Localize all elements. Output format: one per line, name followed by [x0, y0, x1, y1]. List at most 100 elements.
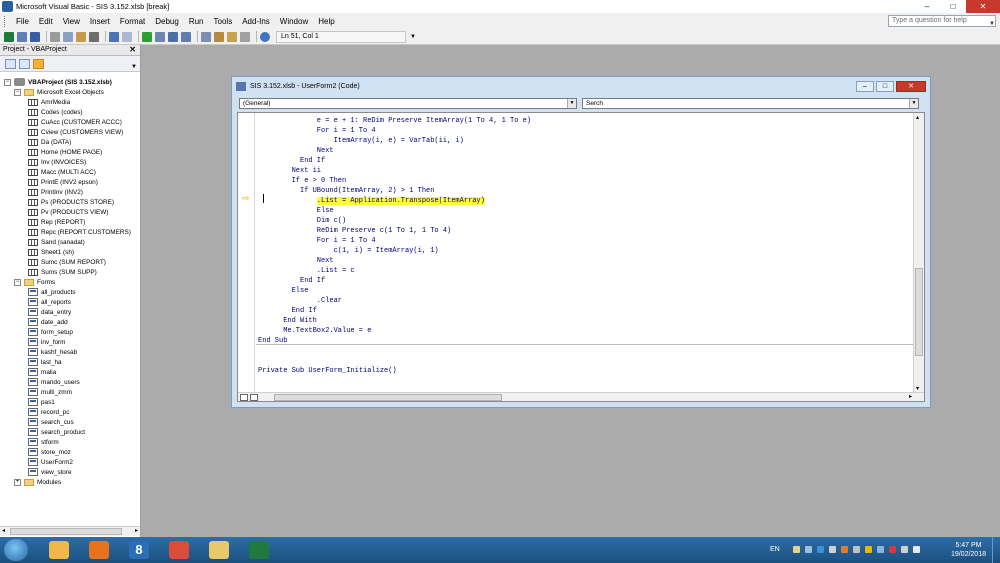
design-mode-icon[interactable] [181, 31, 191, 42]
minimize-button[interactable]: – [914, 0, 940, 13]
project-horizontal-scrollbar[interactable]: ◂ ▸ [0, 526, 140, 536]
tree-item[interactable]: multi_zmm [28, 387, 72, 397]
tree-item[interactable]: search_product [28, 427, 85, 437]
code-line[interactable]: If e > 0 Then [292, 176, 347, 186]
menu-insert[interactable]: Insert [85, 17, 115, 26]
code-line[interactable]: e = e + 1: ReDim Preserve ItemArray(1 To… [317, 116, 531, 126]
tree-item[interactable]: all_reports [28, 297, 71, 307]
break-icon[interactable] [155, 31, 165, 42]
tree-item[interactable]: − VBAProject (SIS 3.152.xlsb) [4, 77, 112, 87]
expand-icon[interactable]: + [14, 478, 21, 486]
cut-icon[interactable] [50, 31, 60, 42]
code-minimize-button[interactable]: – [856, 81, 874, 92]
tree-item[interactable]: Pv (PRODUCTS VIEW) [28, 207, 108, 217]
run-icon[interactable] [142, 31, 152, 42]
chevron-down-icon[interactable]: ▼ [989, 21, 995, 27]
tree-item[interactable]: malia [28, 367, 56, 377]
tree-item[interactable]: Home (HOME PAGE) [28, 147, 102, 157]
code-line[interactable]: Private Sub UserForm_Initialize() [258, 366, 397, 376]
scroll-right-icon[interactable]: ▸ [135, 527, 138, 534]
copy-icon[interactable] [63, 31, 73, 42]
tray-app-icon[interactable] [877, 546, 884, 553]
code-line[interactable]: If UBound(ItemArray, 2) > 1 Then [300, 186, 434, 196]
scroll-up-icon[interactable]: ▴ [916, 114, 919, 121]
tree-item[interactable]: search_cus [28, 417, 74, 427]
collapse-icon[interactable]: − [4, 78, 11, 86]
code-line[interactable]: End With [283, 316, 317, 326]
tray-app-icon[interactable] [853, 546, 860, 553]
code-line[interactable]: c(1, i) = ItemArray(i, 1) [334, 246, 439, 256]
tray-app-icon[interactable] [889, 546, 896, 553]
tray-app-icon[interactable] [841, 546, 848, 553]
view-object-icon[interactable] [19, 58, 30, 69]
menu-run[interactable]: Run [184, 17, 209, 26]
undo-icon[interactable] [109, 31, 119, 42]
tray-app-icon[interactable] [817, 546, 824, 553]
tree-item[interactable]: Sheet1 (sh) [28, 247, 74, 257]
scroll-thumb[interactable] [274, 394, 502, 401]
breakpoint-margin[interactable]: ⇨ [238, 113, 255, 393]
chevron-down-icon[interactable]: ▼ [131, 64, 137, 70]
scroll-right-icon[interactable]: ▸ [909, 393, 912, 400]
save-icon[interactable] [30, 31, 40, 42]
language-indicator[interactable]: EN [770, 546, 780, 553]
code-line[interactable]: End If [300, 156, 325, 166]
taskbar-excel-button[interactable] [242, 538, 276, 562]
tree-item[interactable]: Macc (MULTI ACC) [28, 167, 96, 177]
object-browser-icon[interactable] [227, 31, 237, 42]
code-vertical-scrollbar[interactable]: ▴ ▾ [913, 113, 924, 393]
show-desktop-button[interactable] [992, 537, 1000, 563]
code-line[interactable]: .List = c [317, 266, 355, 276]
start-button[interactable] [4, 539, 28, 561]
tree-item[interactable]: pas1 [28, 397, 55, 407]
menu-tools[interactable]: Tools [209, 17, 238, 26]
chevron-down-icon[interactable]: ▼ [909, 99, 918, 108]
tree-item[interactable]: date_add [28, 317, 68, 327]
excel-view-icon[interactable] [4, 31, 14, 42]
tree-item[interactable]: PrintE (INV2 epson) [28, 177, 98, 187]
tree-item[interactable]: stform [28, 437, 59, 447]
scroll-left-icon[interactable]: ◂ [2, 527, 5, 534]
tree-item[interactable]: − Microsoft Excel Objects [14, 87, 104, 97]
tree-item[interactable]: data_entry [28, 307, 71, 317]
taskbar-outlook-button[interactable] [42, 538, 76, 562]
code-horizontal-scrollbar[interactable]: ▸ [238, 392, 924, 401]
insert-userform-icon[interactable] [17, 31, 27, 42]
menu-edit[interactable]: Edit [34, 17, 58, 26]
tree-item[interactable]: record_pc [28, 407, 69, 417]
tree-item[interactable]: store_moz [28, 447, 71, 457]
taskbar-chrome-button[interactable] [162, 538, 196, 562]
code-maximize-button[interactable]: □ [876, 81, 894, 92]
code-close-button[interactable]: ✕ [896, 81, 926, 92]
collapse-icon[interactable]: − [14, 88, 21, 96]
tree-item[interactable]: PrintInv (INV2) [28, 187, 83, 197]
menu-file[interactable]: File [11, 17, 34, 26]
current-statement-line[interactable]: .List = Application.Transpose(ItemArray) [316, 196, 485, 206]
tree-item[interactable]: + Modules [14, 477, 61, 487]
code-line[interactable]: Dim c() [317, 216, 346, 226]
scroll-thumb[interactable] [915, 268, 923, 356]
view-code-icon[interactable] [5, 58, 16, 69]
tree-item[interactable]: kashf_hesab [28, 347, 77, 357]
tree-item[interactable]: Sand (sanadat) [28, 237, 85, 247]
tree-item[interactable]: Sumc (SUM REPORT) [28, 257, 106, 267]
tree-item[interactable]: Sums (SUM SUPP) [28, 267, 97, 277]
tray-network-icon[interactable] [805, 546, 812, 553]
code-line[interactable]: For i = 1 To 4 [317, 236, 376, 246]
tree-item[interactable]: inv_form [28, 337, 66, 347]
menu-addins[interactable]: Add-Ins [237, 17, 275, 26]
help-icon[interactable] [260, 31, 270, 42]
tree-item[interactable]: last_ha [28, 357, 62, 367]
tree-item[interactable]: Cview (CUSTOMERS VIEW) [28, 127, 123, 137]
project-explorer-icon[interactable] [201, 31, 211, 42]
tree-item[interactable]: Da (DATA) [28, 137, 71, 147]
tree-item[interactable]: AmrMedia [28, 97, 70, 107]
properties-icon[interactable] [214, 31, 224, 42]
tray-app-icon[interactable] [829, 546, 836, 553]
scroll-down-icon[interactable]: ▾ [916, 385, 919, 392]
procedure-view-icon[interactable] [240, 394, 248, 401]
collapse-icon[interactable]: − [14, 278, 21, 286]
menu-view[interactable]: View [58, 17, 85, 26]
taskbar-file-explorer-button[interactable] [202, 538, 236, 562]
tree-item[interactable]: form_setup [28, 327, 73, 337]
